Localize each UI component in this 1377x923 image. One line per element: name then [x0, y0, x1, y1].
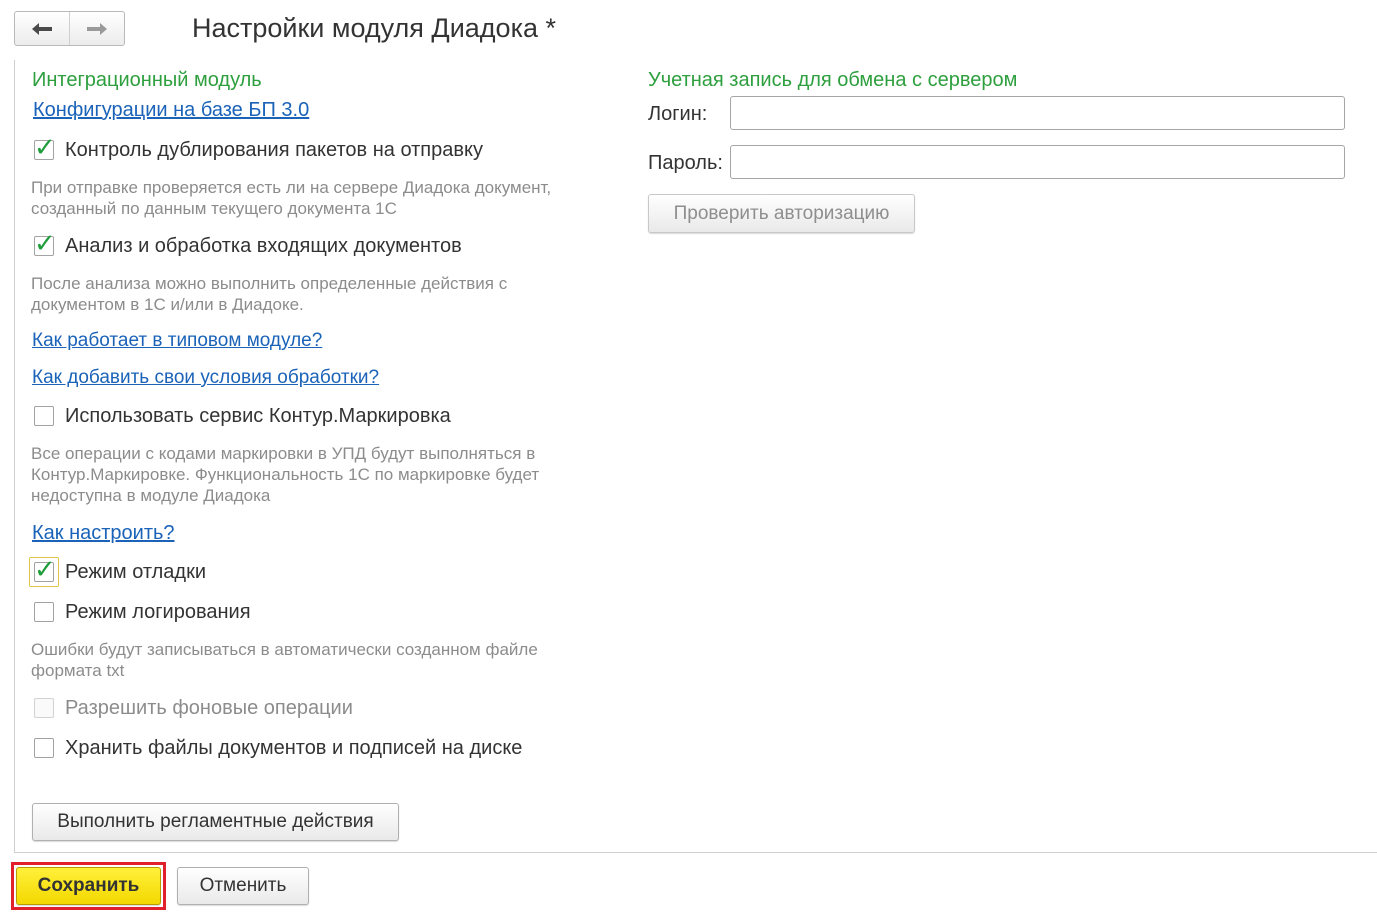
check-icon: ✓ — [34, 554, 56, 584]
how-add-conditions-link[interactable]: Как добавить свои условия обработки? — [32, 367, 379, 389]
duplicate-control-label: Контроль дублирования пакетов на отправк… — [65, 139, 483, 161]
forward-button[interactable] — [69, 12, 124, 45]
kontur-marking-checkbox[interactable] — [34, 406, 54, 426]
account-group-title: Учетная запись для обмена с сервером — [648, 69, 1018, 91]
config-link[interactable]: Конфигурации на базе БП 3.0 — [33, 99, 309, 122]
background-ops-checkbox — [34, 698, 54, 718]
incoming-analysis-hint: После анализа можно выполнить определенн… — [31, 274, 508, 314]
store-files-checkbox[interactable] — [34, 738, 54, 758]
form-border-bottom — [14, 852, 1377, 853]
login-label: Логин: — [648, 103, 708, 125]
cancel-button[interactable]: Отменить — [177, 867, 309, 905]
routine-actions-button[interactable]: Выполнить регламентные действия — [32, 803, 399, 841]
how-setup-link[interactable]: Как настроить? — [32, 522, 175, 545]
background-ops-label: Разрешить фоновые операции — [65, 697, 353, 719]
logging-mode-checkbox[interactable] — [34, 602, 54, 622]
login-input[interactable] — [730, 96, 1345, 130]
check-auth-button[interactable]: Проверить авторизацию — [648, 194, 915, 233]
store-files-label: Хранить файлы документов и подписей на д… — [65, 737, 523, 759]
logging-mode-hint: Ошибки будут записываться в автоматическ… — [31, 640, 538, 680]
password-label: Пароль: — [648, 152, 723, 174]
page-title: Настройки модуля Диадока * — [192, 13, 556, 43]
duplicate-control-hint: При отправке проверяется есть ли на серв… — [31, 178, 552, 218]
kontur-marking-hint: Все операции с кодами маркировки в УПД б… — [31, 444, 540, 505]
incoming-analysis-checkbox[interactable]: ✓ — [34, 230, 56, 256]
check-icon: ✓ — [34, 228, 56, 258]
check-icon: ✓ — [34, 132, 56, 162]
save-button[interactable]: Сохранить — [16, 867, 161, 905]
form-border-left — [14, 60, 15, 852]
how-works-link[interactable]: Как работает в типовом модуле? — [32, 330, 322, 352]
debug-mode-label: Режим отладки — [65, 561, 207, 583]
kontur-marking-label: Использовать сервис Контур.Маркировка — [65, 405, 451, 427]
arrow-left-icon — [32, 22, 52, 35]
password-input[interactable] — [730, 145, 1345, 179]
integration-module-group-title: Интеграционный модуль — [32, 69, 262, 91]
debug-mode-checkbox[interactable]: ✓ — [34, 556, 56, 582]
navigation-buttons — [14, 11, 125, 46]
logging-mode-label: Режим логирования — [65, 601, 251, 623]
duplicate-control-checkbox[interactable]: ✓ — [34, 134, 56, 160]
arrow-right-icon — [87, 22, 107, 35]
incoming-analysis-label: Анализ и обработка входящих документов — [65, 235, 462, 257]
back-button[interactable] — [15, 12, 69, 45]
